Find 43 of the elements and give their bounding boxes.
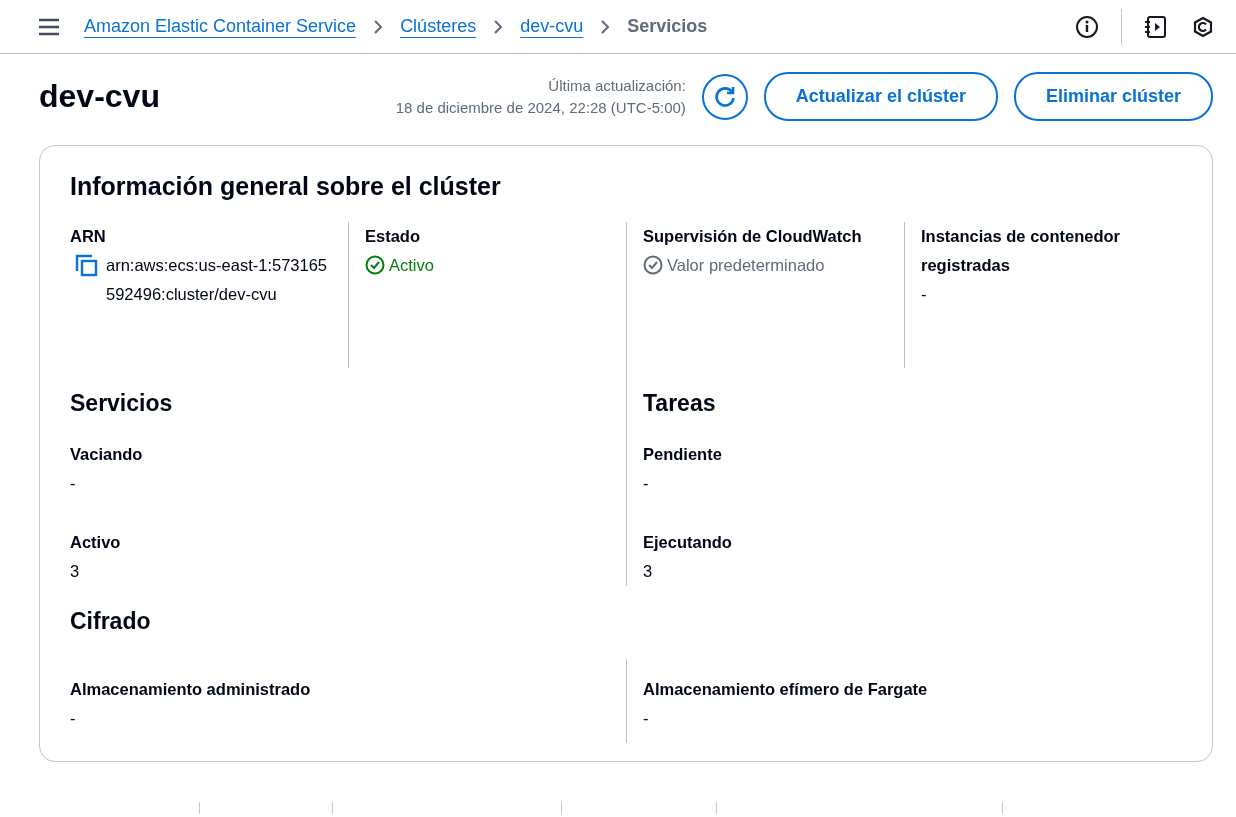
field-label: Vaciando	[70, 444, 144, 465]
field-value: 3	[70, 561, 81, 582]
chevron-right-icon	[599, 18, 612, 35]
last-updated-label: Última actualización:	[547, 75, 686, 96]
menu-icon[interactable]	[38, 17, 60, 36]
chevron-right-icon	[492, 18, 505, 35]
field-label: Almacenamiento administrado	[70, 678, 312, 700]
section-heading: Tareas	[643, 388, 717, 418]
breadcrumb-link[interactable]: Clústeres	[400, 13, 477, 40]
hexagon-icon[interactable]	[1192, 15, 1214, 38]
last-updated-time: 18 de diciembre de 2024, 22:28 (UTC-5:00)	[395, 97, 686, 118]
action-button[interactable]: Eliminar clúster	[1013, 72, 1213, 121]
field-label: ARN	[70, 225, 107, 247]
field-value: -	[643, 707, 650, 729]
field-label: Instancias de contenedor registradas	[921, 225, 1121, 276]
field-label: Supervisión de CloudWatch	[643, 225, 863, 247]
breadcrumb-link[interactable]: Amazon Elastic Container Service	[84, 13, 357, 40]
panel-icon[interactable]	[1144, 14, 1168, 39]
status-value: Valor predeterminado	[667, 255, 825, 274]
card-title: Información general sobre el clúster	[70, 171, 502, 202]
info-icon[interactable]	[1075, 14, 1099, 39]
field-label: Almacenamiento efímero de Fargate	[643, 678, 929, 700]
field-label: Ejecutando	[643, 532, 733, 553]
field-value: -	[70, 707, 77, 729]
field-value: 3	[643, 561, 654, 582]
check-circle-icon	[365, 254, 385, 275]
section-heading: Cifrado	[70, 607, 152, 636]
breadcrumb-link[interactable]: dev-cvu	[520, 13, 584, 40]
check-circle-icon	[643, 254, 663, 275]
field-label: Activo	[70, 532, 122, 553]
chevron-right-icon	[372, 18, 385, 35]
field-value: -	[70, 473, 77, 494]
field-value: -	[643, 473, 650, 494]
field-label: Pendiente	[643, 444, 723, 465]
arn-value: arn:aws:ecs:us-east-1:573165592496:cluster/dev-cvu	[106, 254, 329, 305]
breadcrumb-current: Servicios	[627, 15, 708, 38]
page-title: dev-cvu	[39, 77, 160, 116]
copy-icon[interactable]	[74, 252, 98, 277]
section-heading: Servicios	[70, 388, 174, 418]
field-label: Estado	[365, 225, 421, 247]
action-button[interactable]: Actualizar el clúster	[763, 72, 998, 121]
field-value: -	[921, 284, 927, 303]
status-value: Activo	[389, 255, 434, 274]
